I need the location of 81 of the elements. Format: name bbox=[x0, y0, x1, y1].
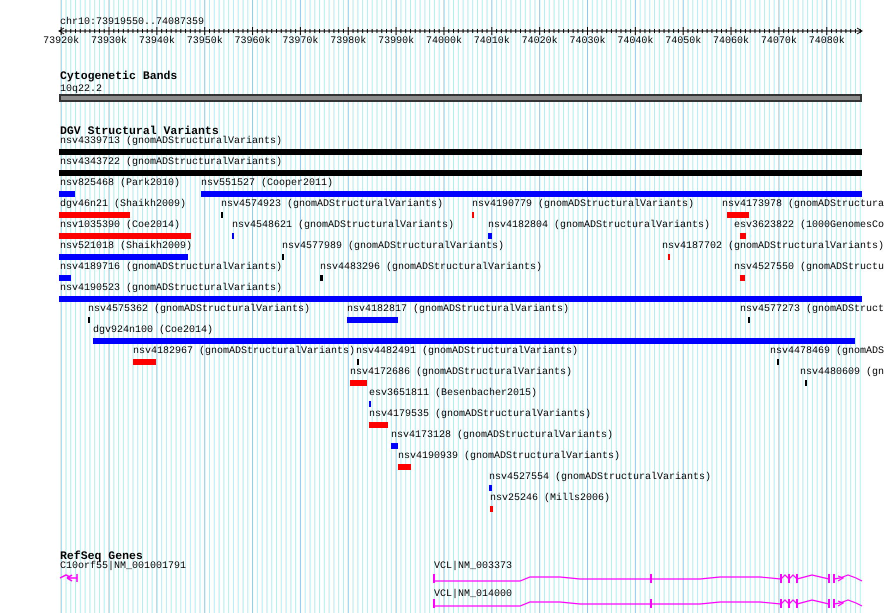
variant-label: esv3651811 (Besenbacher2015) bbox=[369, 388, 538, 400]
variant-bar[interactable] bbox=[59, 254, 188, 260]
variant-label: nsv4577989 (gnomADStructuralVariants) bbox=[282, 241, 504, 253]
variant-label: nsv4189716 (gnomADStructuralVariants) bbox=[60, 262, 282, 274]
variant-bar[interactable] bbox=[59, 233, 191, 239]
variant-label: nsv1035390 (Coe2014) bbox=[60, 220, 180, 232]
variant-label: nsv4173978 (gnomADStructura bbox=[722, 199, 884, 211]
variant-label: nsv4339713 (gnomADStructuralVariants) bbox=[60, 136, 282, 148]
ruler-tick-label: 73960k bbox=[234, 36, 271, 48]
band-label: 10q22.2 bbox=[60, 84, 102, 95]
gene-label: VCL|NM_003373 bbox=[434, 561, 512, 573]
ruler-tick-label: 74040k bbox=[617, 36, 654, 48]
ruler-tick-label: 74080k bbox=[808, 36, 845, 48]
variant-bar[interactable] bbox=[398, 464, 411, 470]
variant-bar[interactable] bbox=[488, 233, 492, 239]
variant-bar[interactable] bbox=[320, 275, 323, 281]
variant-bar[interactable] bbox=[369, 422, 388, 428]
variant-label: nsv4179535 (gnomADStructuralVariants) bbox=[369, 409, 592, 421]
ruler-tick-label: 73930k bbox=[91, 36, 127, 48]
variant-label: nsv4173128 (gnomADStructuralVariants) bbox=[391, 430, 614, 442]
variant-bar[interactable] bbox=[489, 485, 492, 491]
variant-label: nsv4478469 (gnomADS bbox=[770, 346, 884, 358]
ruler-tick-label: 74010k bbox=[474, 36, 510, 48]
ruler-tick-label: 74050k bbox=[665, 36, 702, 48]
gene-model-drawing bbox=[59, 573, 78, 583]
region-label: chr10:73919550..74087359 bbox=[60, 17, 204, 28]
variant-bar[interactable] bbox=[391, 443, 398, 449]
variant-bar[interactable] bbox=[59, 296, 862, 302]
variant-bar[interactable] bbox=[201, 191, 862, 197]
variant-label: nsv4190939 (gnomADStructuralVariants) bbox=[398, 451, 620, 463]
variant-bar[interactable] bbox=[93, 338, 855, 344]
variant-label: dgv924n100 (Coe2014) bbox=[93, 325, 214, 337]
variant-label: nsv4483296 (gnomADStructuralVariants) bbox=[320, 262, 542, 274]
variant-label: nsv4574923 (gnomADStructuralVariants) bbox=[221, 199, 444, 211]
variant-bar[interactable] bbox=[59, 191, 75, 197]
variant-label: nsv4190523 (gnomADStructuralVariants) bbox=[60, 283, 282, 295]
variant-label: nsv4577273 (gnomADStruct bbox=[740, 304, 884, 316]
variant-bar[interactable] bbox=[740, 233, 746, 239]
variant-bar[interactable] bbox=[347, 317, 398, 323]
ruler-tick-label: 73980k bbox=[330, 36, 366, 48]
variant-label: nsv4482491 (gnomADStructuralVariants) bbox=[356, 346, 578, 358]
variant-label: nsv4527550 (gnomADStructu bbox=[734, 262, 884, 274]
variant-bar[interactable] bbox=[727, 212, 749, 218]
ruler-tick-label: 73970k bbox=[282, 36, 318, 48]
variant-bar[interactable] bbox=[59, 275, 71, 281]
gene-label: VCL|NM_014000 bbox=[434, 589, 512, 600]
variant-label: nsv4187702 (gnomADStructuralVariants) bbox=[662, 241, 884, 253]
variant-bar[interactable] bbox=[59, 170, 862, 176]
variant-label: nsv4182804 (gnomADStructuralVariants) bbox=[488, 220, 710, 232]
ruler-tick-label: 73920k bbox=[43, 36, 80, 48]
ruler-tick-label: 73950k bbox=[186, 36, 223, 48]
variant-bar[interactable] bbox=[133, 359, 156, 365]
ruler-tick-label: 74030k bbox=[570, 36, 606, 48]
variant-label: nsv4182967 (gnomADStructuralVariants) bbox=[133, 346, 356, 358]
variant-label: nsv4480609 (gn bbox=[800, 367, 884, 379]
gene-label: C10orf55|NM_001001791 bbox=[60, 561, 186, 573]
ruler-tick-label: 74020k bbox=[522, 36, 558, 48]
variant-label: nsv4575362 (gnomADStructuralVariants) bbox=[88, 304, 310, 316]
variant-label: nsv521018 (Shaikh2009) bbox=[60, 241, 192, 253]
ruler-tick-label: 74070k bbox=[760, 36, 797, 48]
variant-bar[interactable] bbox=[490, 506, 493, 512]
ruler-tick-label: 73940k bbox=[138, 36, 175, 48]
variant-label: nsv4527554 (gnomADStructuralVariants) bbox=[489, 472, 712, 484]
variant-bar[interactable] bbox=[350, 380, 367, 386]
ruler-tick-label: 73990k bbox=[378, 36, 414, 48]
variant-label: nsv25246 (Mills2006) bbox=[490, 493, 610, 505]
ruler-tick-label: 74000k bbox=[426, 36, 462, 48]
variant-label: dgv46n21 (Shaikh2009) bbox=[60, 199, 186, 211]
variant-label: nsv4548621 (gnomADStructuralVariants) bbox=[232, 220, 454, 232]
track-title: Cytogenetic Bands bbox=[60, 70, 178, 83]
variant-label: nsv4182817 (gnomADStructuralVariants) bbox=[347, 304, 570, 316]
variant-label: nsv4172686 (gnomADStructuralVariants) bbox=[350, 367, 572, 379]
variant-label: nsv4190779 (gnomADStructuralVariants) bbox=[472, 199, 694, 211]
variant-label: nsv551527 (Cooper2011) bbox=[201, 178, 334, 190]
variant-label: nsv825468 (Park2010) bbox=[60, 178, 180, 190]
variant-label: esv3623822 (1000GenomesCo bbox=[734, 220, 884, 232]
variant-bar[interactable] bbox=[740, 275, 745, 281]
variant-bar[interactable] bbox=[59, 212, 130, 218]
ruler-tick-label: 74060k bbox=[713, 36, 750, 48]
variant-label: nsv4343722 (gnomADStructuralVariants) bbox=[60, 157, 282, 169]
variant-bar[interactable] bbox=[59, 149, 862, 155]
